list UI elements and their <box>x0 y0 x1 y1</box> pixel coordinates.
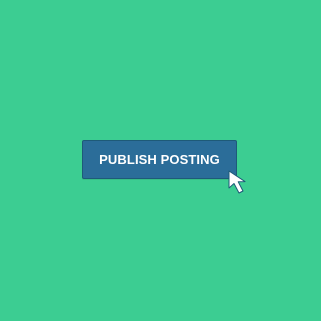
publish-posting-button[interactable]: PUBLISH POSTING <box>82 140 237 179</box>
